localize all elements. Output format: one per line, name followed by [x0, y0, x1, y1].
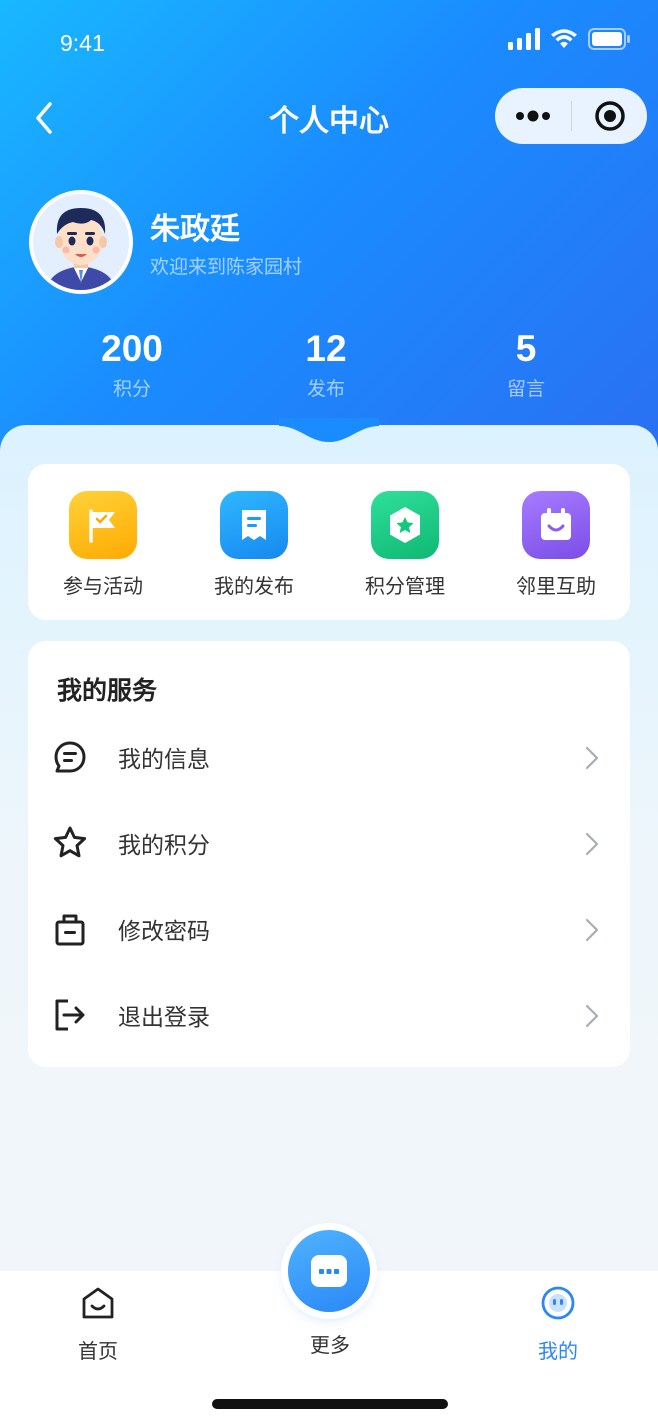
stat-value: 200	[101, 328, 163, 369]
stat-points[interactable]: 200 积分	[52, 326, 212, 401]
tab-label: 首页	[78, 1339, 118, 1363]
lock-icon	[55, 914, 85, 946]
chevron-right-icon	[585, 1004, 599, 1028]
stat-posts[interactable]: 12 发布	[246, 326, 406, 401]
capsule-more-button[interactable]	[495, 88, 571, 144]
stat-label: 留言	[506, 378, 545, 400]
quick-action-activities[interactable]: 参与活动	[38, 491, 168, 599]
battery-icon	[588, 28, 630, 50]
service-row-logout[interactable]: 退出登录	[28, 972, 630, 1058]
stat-messages[interactable]: 5 留言	[446, 326, 606, 401]
service-row-my-info[interactable]: 我的信息	[28, 714, 630, 800]
service-row-change-password[interactable]: 修改密码	[28, 886, 630, 972]
service-label: 退出登录	[118, 1005, 210, 1031]
quick-action-neighbor-help[interactable]: 邻里互助	[491, 491, 621, 599]
wifi-icon	[551, 29, 577, 48]
star-icon	[53, 826, 87, 858]
stat-label: 积分	[112, 378, 151, 400]
more-dots-icon	[516, 110, 550, 122]
tab-more-button[interactable]	[288, 1230, 370, 1312]
quick-action-label: 邻里互助	[516, 574, 596, 598]
tab-label: 我的	[538, 1339, 578, 1363]
tab-more-label[interactable]: 更多	[270, 1329, 390, 1358]
service-label: 我的信息	[118, 747, 210, 773]
header-notch	[279, 418, 379, 442]
stat-value: 12	[305, 328, 347, 369]
tab-mine[interactable]: 我的	[498, 1285, 618, 1364]
service-row-my-points[interactable]: 我的积分	[28, 800, 630, 886]
quick-action-points-manage[interactable]: 积分管理	[340, 491, 470, 599]
flag-icon	[69, 491, 137, 559]
signal-icon	[508, 28, 540, 50]
profile-icon	[541, 1286, 575, 1320]
service-label: 我的积分	[118, 833, 210, 859]
document-icon	[220, 491, 288, 559]
chevron-right-icon	[585, 918, 599, 942]
services-card: 我的服务 我的信息 我的积分 修改密码 退出登录	[28, 641, 630, 1067]
status-icons	[508, 28, 630, 50]
tab-home[interactable]: 首页	[38, 1285, 158, 1364]
stat-label: 发布	[306, 378, 345, 400]
mini-program-capsule	[495, 88, 647, 144]
user-name: 朱政廷	[150, 212, 240, 247]
avatar-illustration	[33, 194, 129, 290]
quick-action-label: 积分管理	[365, 574, 445, 598]
logout-icon	[55, 999, 85, 1031]
capsule-close-button[interactable]	[572, 88, 647, 144]
status-time: 9:41	[60, 30, 105, 56]
avatar[interactable]	[29, 190, 133, 294]
service-label: 修改密码	[118, 919, 210, 945]
quick-action-label: 我的发布	[214, 574, 294, 598]
chevron-right-icon	[585, 832, 599, 856]
quick-actions-card: 参与活动 我的发布 积分管理 邻里互助	[28, 464, 630, 620]
more-icon	[311, 1255, 347, 1287]
quick-action-my-posts[interactable]: 我的发布	[189, 491, 319, 599]
quick-action-label: 参与活动	[63, 574, 143, 598]
status-bar: 9:41	[0, 0, 658, 88]
calendar-smile-icon	[522, 491, 590, 559]
star-badge-icon	[371, 491, 439, 559]
stats-row: 200 积分 12 发布 5 留言	[0, 326, 658, 406]
target-icon	[594, 101, 625, 131]
chevron-right-icon	[585, 746, 599, 770]
stat-value: 5	[515, 328, 537, 369]
services-title: 我的服务	[57, 676, 158, 705]
home-icon	[82, 1287, 114, 1319]
welcome-text: 欢迎来到陈家园村	[150, 256, 303, 278]
message-icon	[54, 741, 86, 773]
home-indicator	[212, 1399, 448, 1409]
